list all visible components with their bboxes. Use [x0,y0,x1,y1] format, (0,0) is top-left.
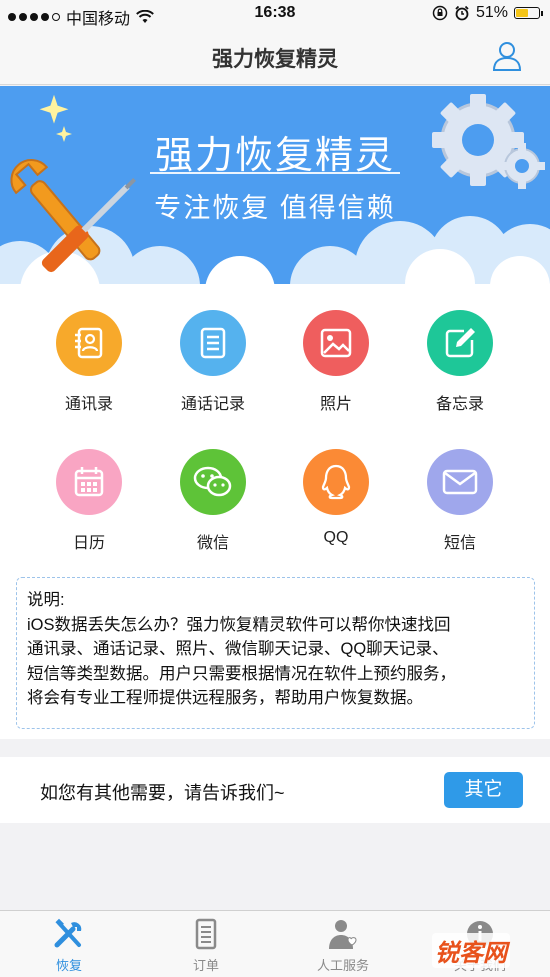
contact-prompt: 如您有其他需要，请告诉我们~ [40,783,285,803]
qq-icon [303,449,369,515]
description-line: iOS数据丢失怎么办？强力恢复精灵软件可以帮你快速找回 [27,615,451,634]
description-heading: 说明: [27,591,65,609]
notes-icon [427,310,493,376]
hero-banner: 强力恢复精灵 专注恢复 值得信赖 [0,86,550,284]
battery-icon [514,7,543,19]
page-title: 强力恢复精灵 [212,48,338,71]
contacts-icon [56,310,122,376]
banner-divider [150,172,400,174]
grid-label: 通话记录 [180,396,245,413]
tab-label: 订单 [192,958,219,973]
user-icon[interactable] [492,40,522,72]
tab-label: 人工服务 [316,958,369,973]
banner-subtitle: 专注恢复 值得信赖 [154,193,396,223]
tab-orders[interactable]: 订单 [137,917,275,974]
grid-label: 短信 [443,535,476,552]
grid-item-photos[interactable]: 照片 [271,310,401,414]
tab-label: 恢复 [55,958,82,973]
order-icon [195,918,217,950]
grid-item-notes[interactable]: 备忘录 [395,310,525,414]
grid-item-sms[interactable]: 短信 [395,449,525,553]
grid-item-contacts[interactable]: 通讯录 [24,310,154,414]
sms-icon [427,449,493,515]
status-bar: 中国移动 16:38 51% [0,0,550,28]
service-icon [329,920,357,949]
battery-percent: 51% [475,4,508,21]
calendar-icon [56,449,122,515]
navigation-bar: 强力恢复精灵 [0,28,550,85]
tab-recover[interactable]: 恢复 [0,917,138,974]
grid-item-wechat[interactable]: 微信 [148,449,278,553]
grid-label: 备忘录 [435,396,484,413]
banner-title: 强力恢复精灵 [154,135,395,177]
grid-label: 通讯录 [64,396,113,413]
grid-item-qq[interactable]: QQ [271,449,401,547]
orientation-lock-icon [432,5,448,21]
grid-label: 微信 [196,535,229,552]
grid-label: 照片 [319,396,352,413]
other-button[interactable]: 其它 [444,772,523,808]
photo-icon [303,310,369,376]
alarm-icon [455,5,469,21]
watermark-logo: 锐客网 [432,933,510,968]
description-line: 短信等类型数据。用户只需要根据情况在软件上预约服务， [27,664,456,683]
wechat-icon [180,449,246,515]
contact-row: 如您有其他需要，请告诉我们~ 其它 [0,757,550,823]
tab-service[interactable]: 人工服务 [274,917,412,974]
grid-label: QQ [323,529,349,546]
banner-decoration [0,94,550,284]
description-line: 将会有专业工程师提供远程服务，帮助用户恢复数据。 [27,689,423,707]
tools-icon [54,918,82,948]
call-log-icon [180,310,246,376]
description-line: 通讯录、通话记录、照片、微信聊天记录、QQ聊天记录、 [27,640,449,658]
system-indicators: 51% [432,4,543,22]
grid-label: 日历 [72,535,105,552]
description-box: 说明: iOS数据丢失怎么办？强力恢复精灵软件可以帮你快速找回 通讯录、通话记录… [16,577,535,729]
grid-item-calendar[interactable]: 日历 [24,449,154,553]
grid-item-call-log[interactable]: 通话记录 [148,310,278,414]
